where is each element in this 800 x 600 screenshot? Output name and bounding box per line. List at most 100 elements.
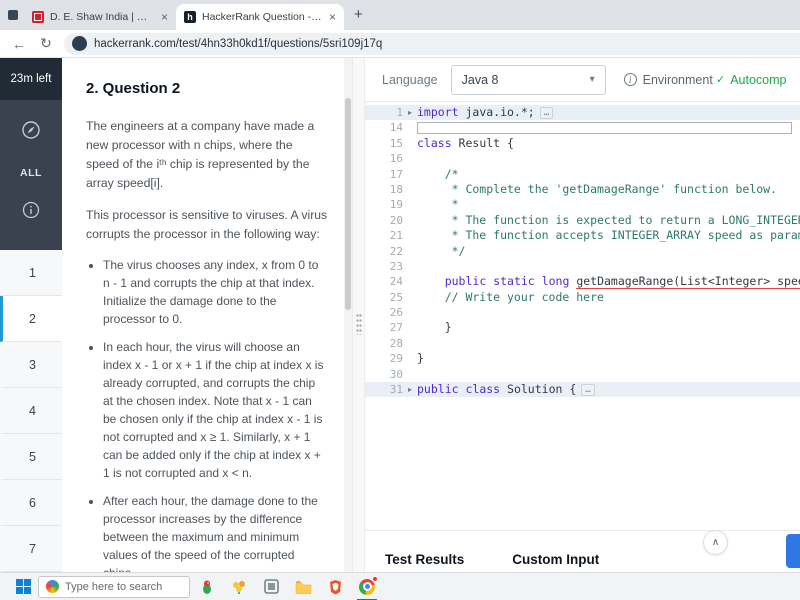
code-text: * Complete the 'getDamageRange' function… (417, 181, 778, 196)
code-line-1[interactable]: 1 ▸ import java.io.*;… (365, 105, 800, 121)
code-line-30[interactable]: 30 (365, 367, 800, 382)
line-number: 29 (389, 352, 403, 366)
new-tab-button[interactable]: + (354, 6, 363, 23)
line-number: 21 (389, 229, 403, 243)
code-line-23[interactable]: 23 (365, 259, 800, 274)
code-line-29[interactable]: 29} (365, 351, 800, 366)
code-line-18[interactable]: 18 * Complete the 'getDamageRange' funct… (365, 182, 800, 197)
scrollbar-thumb[interactable] (345, 98, 351, 310)
question-number-3[interactable]: 3 (0, 342, 62, 388)
code-line-14[interactable]: 14 (365, 120, 800, 135)
refresh-button[interactable]: ↻ (37, 35, 55, 52)
question-number-6[interactable]: 6 (0, 480, 62, 526)
code-line-19[interactable]: 19 * (365, 197, 800, 212)
line-number: 1 (396, 106, 403, 119)
brave-icon[interactable] (320, 573, 350, 600)
chevron-down-icon: ▾ (589, 74, 595, 85)
code-line-15[interactable]: 15 class Result { (365, 136, 800, 151)
notification-badge (372, 575, 378, 582)
parrot-icon[interactable] (192, 573, 222, 600)
task-view-icon[interactable] (256, 573, 286, 600)
search-placeholder: Type here to search (65, 580, 163, 593)
compass-icon[interactable] (21, 120, 41, 145)
code-line-20[interactable]: 20 * The function is expected to return … (365, 213, 800, 228)
tab-close-icon[interactable]: × (161, 10, 168, 24)
code-text: class Result { (417, 135, 514, 150)
panel-resizer[interactable] (352, 58, 365, 572)
language-select[interactable]: Java 8 ▾ (450, 64, 606, 95)
tab-title: D. E. Shaw India | MNNIT Allah (50, 11, 155, 23)
question-panel[interactable]: 2. Question 2 The engineers at a company… (62, 58, 352, 572)
drag-handle-icon[interactable] (356, 313, 362, 335)
code-line-24[interactable]: 24 public static long getDamageRange(Lis… (365, 274, 800, 290)
timer: 23m left (0, 58, 62, 100)
code-text: } (417, 320, 452, 335)
code-line-31[interactable]: 31 ▸ public class Solution {… (365, 382, 800, 398)
all-questions-button[interactable]: ALL (20, 167, 42, 179)
code-line-22[interactable]: 22 */ (365, 244, 800, 259)
chrome-icon[interactable] (352, 573, 382, 600)
question-number-1[interactable]: 1 (0, 250, 62, 296)
question-scrollbar[interactable] (344, 58, 352, 572)
info-icon[interactable] (22, 201, 40, 224)
browser-navbar: ← ↻ hackerrank.com/test/4hn33h0kd1f/ques… (0, 30, 800, 58)
code-line-28[interactable]: 28 (365, 336, 800, 351)
code-line-27[interactable]: 27 } (365, 320, 800, 335)
question-bullet: After each hour, the damage done to the … (103, 492, 328, 572)
line-number: 18 (389, 182, 403, 196)
taskbar-search[interactable]: Type here to search (38, 575, 190, 598)
fold-icon[interactable]: ▸ (403, 382, 417, 397)
back-button[interactable]: ← (10, 36, 28, 52)
left-rail: 23m left ALL 1234567 (0, 58, 62, 572)
tab-strip: D. E. Shaw India | MNNIT Allah × h Hacke… (0, 0, 800, 30)
code-text: * The function is expected to return a L… (417, 212, 800, 227)
tab-title: HackerRank Question - Qu (202, 11, 323, 23)
code-line-21[interactable]: 21 * The function accepts INTEGER_ARRAY … (365, 228, 800, 243)
question-number-5[interactable]: 5 (0, 434, 62, 480)
search-icon (46, 580, 59, 593)
fold-ellipsis-icon[interactable]: … (581, 384, 595, 397)
question-number-2[interactable]: 2 (0, 296, 62, 342)
question-bullets: The virus chooses any index, x from 0 to… (103, 256, 328, 572)
code-line-25[interactable]: 25 // Write your code here (365, 290, 800, 305)
tab-custom-input[interactable]: Custom Input (512, 552, 599, 567)
line-number: 23 (389, 259, 403, 273)
file-explorer-icon[interactable] (288, 573, 318, 600)
question-number-7[interactable]: 7 (0, 526, 62, 572)
code-text: * The function accepts INTEGER_ARRAY spe… (417, 228, 800, 243)
question-bullet: The virus chooses any index, x from 0 to… (103, 256, 328, 328)
deshaw-favicon-icon (32, 11, 44, 23)
address-bar[interactable]: hackerrank.com/test/4hn33h0kd1f/question… (64, 32, 800, 55)
line-number: 22 (389, 244, 403, 258)
line-number: 26 (389, 306, 403, 320)
line-number: 20 (389, 213, 403, 227)
environment-link[interactable]: i Environment (623, 73, 713, 87)
autocomplete-toggle[interactable]: ✓ Autocomp (716, 73, 800, 87)
code-line-26[interactable]: 26 (365, 305, 800, 320)
line-number: 14 (389, 121, 403, 135)
fold-icon[interactable]: ▸ (403, 105, 417, 120)
site-icon (72, 36, 87, 51)
tab-test-results[interactable]: Test Results (385, 552, 464, 567)
code-lines: 1 ▸ import java.io.*;… 14 15 class Result {16… (365, 105, 800, 398)
code-editor[interactable]: 1 ▸ import java.io.*;… 14 15 class Result {16… (365, 102, 800, 530)
code-line-16[interactable]: 16 (365, 151, 800, 166)
hackerrank-favicon-icon: h (184, 11, 196, 23)
start-button[interactable] (10, 579, 36, 594)
code-text: public class Solution {… (417, 382, 800, 397)
autocomplete-label: Autocomp (730, 72, 787, 87)
code-line-17[interactable]: 17 /* (365, 167, 800, 182)
browser-tab-hackerrank[interactable]: h HackerRank Question - Qu × (176, 4, 344, 30)
browser-tab-deshaw[interactable]: D. E. Shaw India | MNNIT Allah × (24, 4, 176, 30)
fold-ellipsis-icon[interactable]: … (539, 107, 554, 119)
collapse-panel-button[interactable]: ∧ (703, 530, 728, 555)
question-number-4[interactable]: 4 (0, 388, 62, 434)
tab-close-icon[interactable]: × (329, 10, 336, 24)
code-text: import java.io.*;… (417, 105, 800, 120)
submit-button-partial[interactable] (786, 534, 800, 568)
flower-icon[interactable] (224, 573, 254, 600)
question-paragraph: This processor is sensitive to viruses. … (86, 207, 328, 241)
